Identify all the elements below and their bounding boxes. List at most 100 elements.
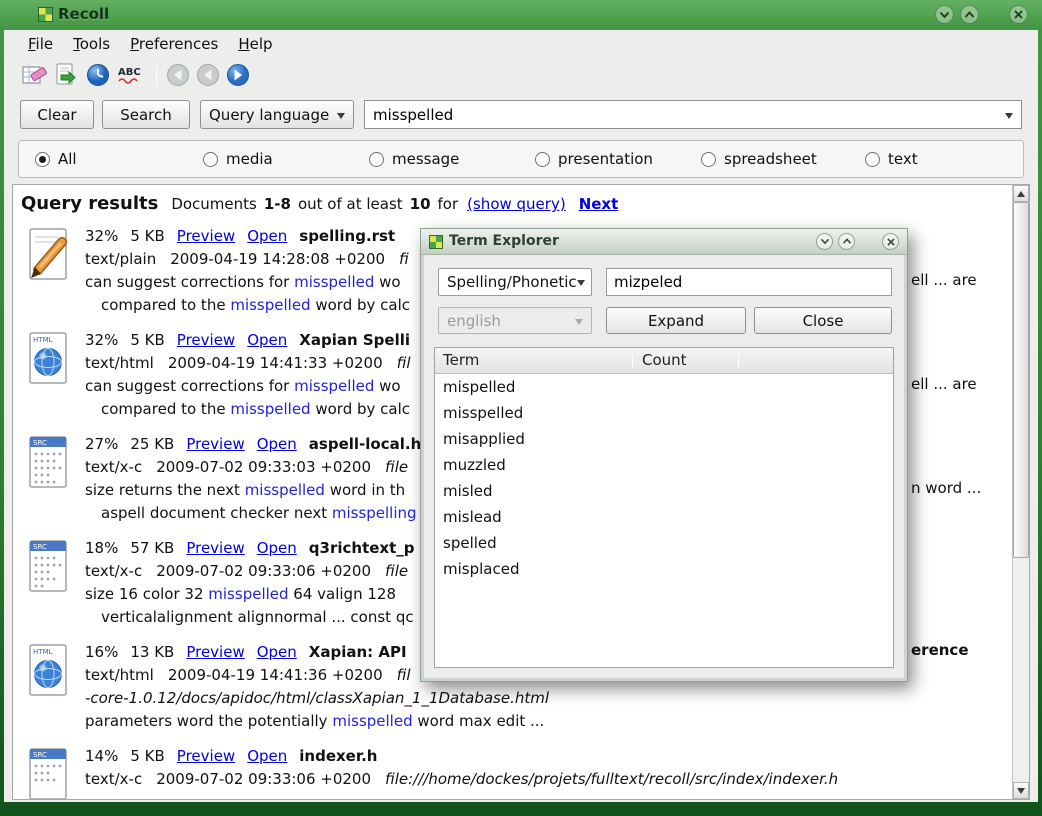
close-window-button[interactable] [1009, 5, 1028, 24]
preview-link[interactable]: Preview [186, 641, 244, 664]
documents-word: Documents [171, 195, 257, 213]
abstract-overflow-fragment: ell ... are [911, 375, 977, 393]
file-size: 25 KB [130, 433, 174, 456]
toolbar-separator [156, 66, 157, 86]
sort-by-dates-icon[interactable] [84, 61, 112, 89]
mime-type: text/x-c [85, 560, 142, 583]
menu-preferences[interactable]: Preferences [130, 35, 218, 53]
filter-media[interactable]: media [203, 150, 273, 168]
chevron-down-icon [575, 319, 583, 329]
open-link[interactable]: Open [247, 225, 287, 248]
abstract-overflow-fragment: ell ... are [911, 271, 977, 289]
unshade-window-button[interactable] [960, 5, 979, 24]
column-count[interactable]: Count [642, 348, 687, 373]
show-doc-history-icon[interactable] [52, 61, 80, 89]
first-page-icon[interactable] [164, 61, 192, 89]
term-explorer-titlebar[interactable]: Term Explorer [421, 229, 907, 255]
triangle-down-icon [1017, 788, 1025, 798]
filter-all[interactable]: All [35, 150, 77, 168]
term-list-item[interactable]: misspelled [435, 400, 893, 426]
search-query-combobox[interactable] [364, 100, 1022, 129]
search-button[interactable]: Search [102, 100, 190, 129]
column-term[interactable]: Term [443, 348, 479, 373]
language-dropdown-disabled[interactable]: english [438, 307, 592, 334]
scrollbar-thumb[interactable] [1013, 202, 1029, 558]
term-list-item[interactable]: muzzled [435, 452, 893, 478]
open-link[interactable]: Open [257, 433, 297, 456]
search-query-input[interactable] [365, 106, 1005, 124]
doc-url: fil [397, 664, 411, 687]
menu-help[interactable]: Help [238, 35, 272, 53]
filter-category-group: All media message presentation spreadshe… [18, 140, 1024, 178]
previous-page-icon[interactable] [194, 61, 222, 89]
doc-icon-source: SRC [25, 539, 73, 595]
doc-icon-source: SRC [25, 435, 73, 491]
open-link[interactable]: Open [257, 641, 297, 664]
term-list-item[interactable]: mislead [435, 504, 893, 530]
for-word: for [438, 195, 459, 213]
filter-spreadsheet[interactable]: spreadsheet [701, 150, 817, 168]
filter-text[interactable]: text [865, 150, 918, 168]
relevance-pct: 16% [85, 641, 118, 664]
relevance-pct: 18% [85, 537, 118, 560]
open-link[interactable]: Open [257, 537, 297, 560]
svg-text:HTML: HTML [33, 336, 53, 344]
term-list-header[interactable]: Term Count [435, 348, 893, 374]
preview-link[interactable]: Preview [186, 537, 244, 560]
expand-button[interactable]: Expand [606, 307, 746, 334]
menu-tools[interactable]: Tools [73, 35, 110, 53]
preview-link[interactable]: Preview [177, 225, 235, 248]
menu-file[interactable]: File [28, 35, 53, 53]
window-titlebar[interactable]: Recoll [0, 0, 1042, 30]
query-language-dropdown[interactable]: Query language [200, 100, 354, 129]
radio-icon [369, 152, 384, 167]
term-list-item[interactable]: mispelled [435, 374, 893, 400]
filter-label: spreadsheet [724, 150, 817, 168]
doc-date: 2009-04-19 14:41:36 +0200 [168, 664, 383, 687]
documents-total: 10 [410, 195, 431, 213]
recoll-window: Recoll File Tools Preferences Help [0, 0, 1042, 816]
filter-presentation[interactable]: presentation [535, 150, 653, 168]
chevron-down-icon [337, 113, 345, 123]
unshade-dialog-button[interactable] [838, 233, 855, 250]
term-query-input[interactable] [607, 269, 891, 295]
recoll-app-icon [38, 7, 53, 22]
open-link[interactable]: Open [247, 329, 287, 352]
doc-icon-source: SRC [25, 747, 73, 800]
next-page-link[interactable]: Next [579, 195, 619, 213]
radio-icon [701, 152, 716, 167]
term-list-item[interactable]: misapplied [435, 426, 893, 452]
term-query-field[interactable] [606, 268, 892, 296]
doc-date: 2009-04-19 14:41:33 +0200 [168, 352, 383, 375]
scroll-up-arrow[interactable] [1013, 185, 1029, 202]
preview-link[interactable]: Preview [186, 433, 244, 456]
menu-bar: File Tools Preferences Help [4, 30, 1038, 58]
clear-search-icon[interactable] [20, 61, 48, 89]
result-filename: aspell-local.h [309, 433, 421, 456]
filter-label: presentation [558, 150, 653, 168]
open-link[interactable]: Open [247, 745, 287, 768]
mime-type: text/x-c [85, 456, 142, 479]
show-query-link[interactable]: (show query) [467, 195, 566, 213]
query-language-label: Query language [209, 106, 329, 124]
close-dialog-button[interactable] [882, 233, 899, 250]
preview-link[interactable]: Preview [177, 745, 235, 768]
filter-message[interactable]: message [369, 150, 459, 168]
term-list-item[interactable]: spelled [435, 530, 893, 556]
term-list-item[interactable]: misplaced [435, 556, 893, 582]
next-page-icon[interactable] [224, 61, 252, 89]
preview-link[interactable]: Preview [177, 329, 235, 352]
shade-dialog-button[interactable] [816, 233, 833, 250]
chevron-down-icon [577, 280, 585, 290]
expansion-mode-dropdown[interactable]: Spelling/Phonetic [438, 268, 592, 296]
scroll-down-arrow[interactable] [1013, 782, 1029, 799]
results-scrollbar[interactable] [1012, 185, 1029, 799]
file-size: 5 KB [130, 329, 164, 352]
close-button[interactable]: Close [754, 307, 892, 334]
term-list-item[interactable]: misled [435, 478, 893, 504]
term-explorer-icon[interactable]: ABC [116, 61, 144, 89]
result-filename: Xapian: API [309, 641, 407, 664]
doc-url: fil [397, 352, 411, 375]
shade-window-button[interactable] [935, 5, 954, 24]
clear-button[interactable]: Clear [20, 100, 94, 129]
